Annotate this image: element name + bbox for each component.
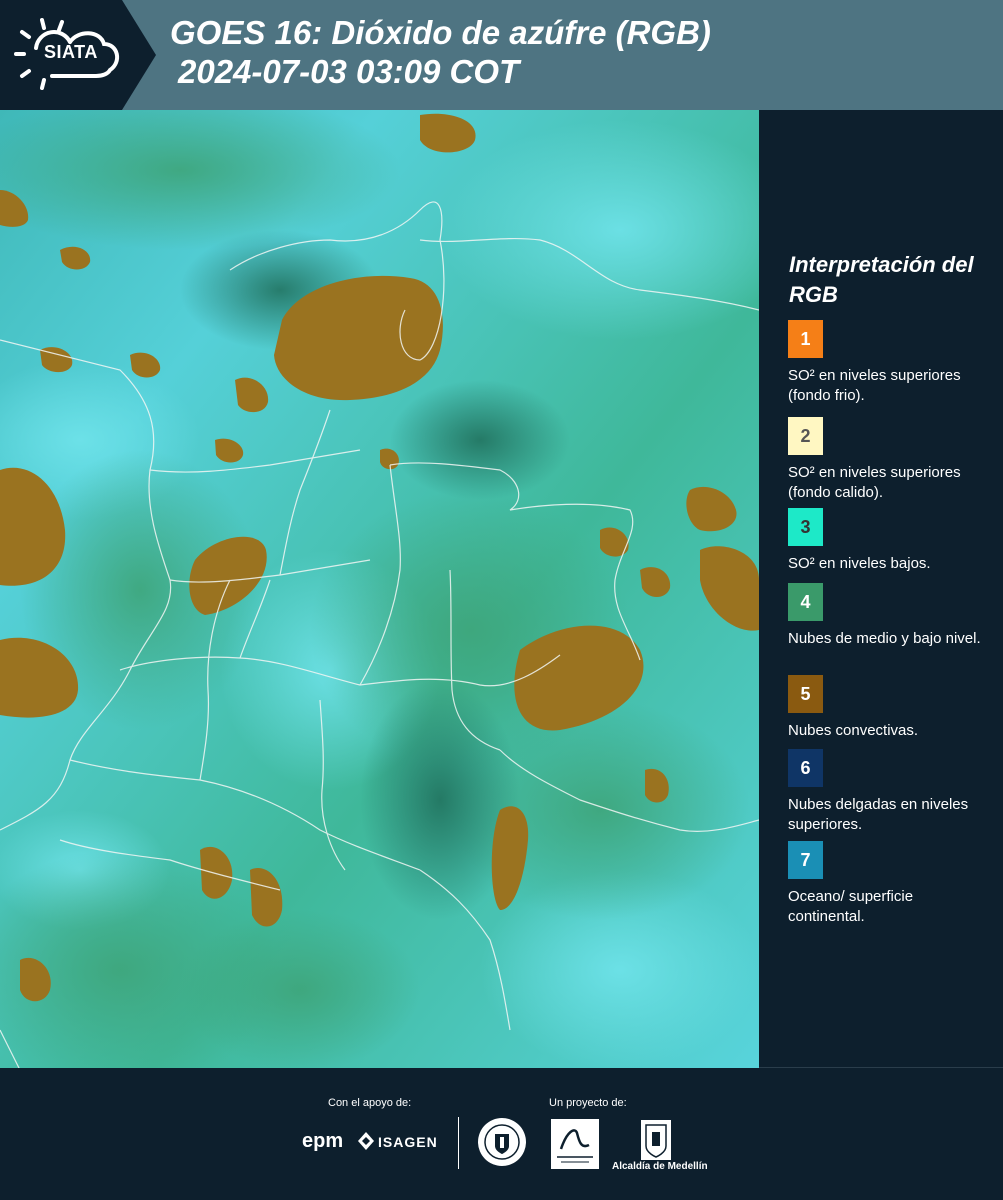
siata-logo: SIATA <box>0 0 156 110</box>
legend-item-2: 2 SO² en niveles superiores (fondo calid… <box>788 417 993 503</box>
legend-item-3: 3 SO² en niveles bajos. <box>788 508 993 594</box>
alcaldia-shield-icon <box>641 1120 671 1160</box>
map-canvas <box>0 110 759 1070</box>
legend-description: Nubes delgadas en niveles superiores. <box>788 796 969 833</box>
legend-description: Oceano/ superficie continental. <box>788 888 914 925</box>
legend-swatch: 2 <box>788 417 823 455</box>
legend-item-4: 4 Nubes de medio y bajo nivel. <box>788 583 993 669</box>
isagen-icon <box>358 1132 374 1150</box>
epm-logo: epm <box>302 1130 344 1152</box>
project-label: Un proyecto de: <box>549 1097 627 1109</box>
legend-swatch: 3 <box>788 508 823 546</box>
legend-title: Interpretación del RGB <box>789 252 974 307</box>
footer: Con el apoyo de: Un proyecto de: epm ISA… <box>0 1068 1003 1200</box>
legend-item-7: 7 Oceano/ superficie continental. <box>788 841 993 927</box>
logo-text: SIATA <box>44 42 98 62</box>
header-bar: SIATA GOES 16: Dióxido de azúfre (RGB) 2… <box>0 0 1003 110</box>
alcaldia-logo-text: Alcaldía de Medellín <box>612 1161 708 1172</box>
legend-description: SO² en niveles superiores (fondo calido)… <box>788 464 961 501</box>
medellin-seal-icon <box>478 1118 526 1166</box>
page-title: GOES 16: Dióxido de azúfre (RGB) <box>170 14 711 51</box>
timestamp: 2024-07-03 03:09 COT <box>178 53 520 90</box>
legend-swatch: 1 <box>788 320 823 358</box>
legend-swatch: 6 <box>788 749 823 787</box>
footer-divider <box>458 1117 459 1169</box>
isagen-logo: ISAGEN <box>378 1134 438 1150</box>
legend-description: SO² en niveles superiores (fondo frio). <box>788 367 961 404</box>
area-metropolitana-logo <box>551 1119 599 1169</box>
legend-item-1: 1 SO² en niveles superiores (fondo frio)… <box>788 320 993 406</box>
legend-swatch: 5 <box>788 675 823 713</box>
support-label: Con el apoyo de: <box>328 1097 412 1109</box>
legend-swatch: 7 <box>788 841 823 879</box>
satellite-map <box>0 110 759 1070</box>
page: SIATA GOES 16: Dióxido de azúfre (RGB) 2… <box>0 0 1003 1200</box>
legend-panel: Interpretación del RGB 1 SO² en niveles … <box>759 110 1003 1068</box>
legend-description: Nubes de medio y bajo nivel. <box>788 630 981 647</box>
legend-swatch: 4 <box>788 583 823 621</box>
legend-item-6: 6 Nubes delgadas en niveles superiores. <box>788 749 993 835</box>
